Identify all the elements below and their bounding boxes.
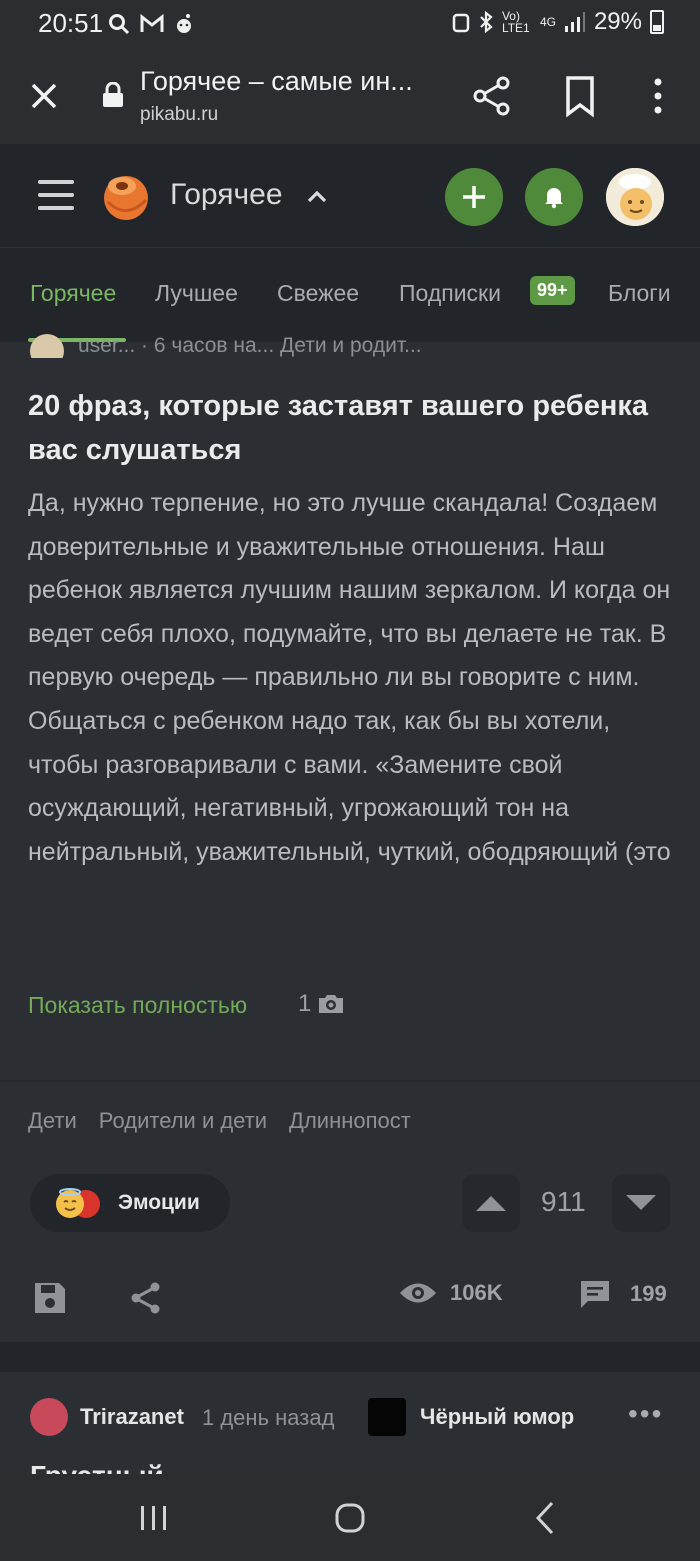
arrow-up-icon [476,1196,506,1211]
tab-subscriptions[interactable]: Подписки [399,280,501,307]
notifications-button[interactable] [525,168,583,226]
post-meta-text: user... · 6 часов на... Дети и родит... [78,334,422,357]
share-icon[interactable] [470,74,514,118]
emotions-button[interactable]: Эмоции [30,1174,230,1232]
add-post-button[interactable] [445,168,503,226]
alarm-icon [452,13,470,33]
post-card: user... · 6 часов на... Дети и родит... … [0,334,700,1342]
battery-icon [650,10,664,34]
menu-icon[interactable] [38,178,74,212]
image-count: 1 [298,990,345,1018]
rating-count: 911 [541,1186,586,1217]
page-title[interactable]: Горячее – самые ин... [140,66,413,97]
subscriptions-badge: 99+ [530,276,575,305]
browser-toolbar: Горячее – самые ин... pikabu.ru [0,48,700,144]
page-url[interactable]: pikabu.ru [140,104,218,126]
comments-button[interactable]: 199 [578,1278,667,1310]
next-post: Trirazanet 1 день назад Чёрный юмор ••• … [0,1372,700,1474]
emotions-icon [56,1188,100,1218]
more-vert-icon[interactable] [640,74,676,118]
tag-item[interactable]: Длиннопост [289,1108,411,1134]
downvote-button[interactable] [612,1174,670,1232]
bluetooth-icon [480,10,493,34]
post-meta[interactable]: user... · 6 часов на... Дети и родит... [30,334,422,358]
bell-icon [545,188,563,209]
views-counter: 106K [398,1280,503,1306]
feed-tabs: Горячее Лучшее Свежее Подписки 99+ Блоги [0,250,700,342]
emotions-label: Эмоции [118,1191,200,1214]
search-icon [109,14,130,35]
chevron-up-icon[interactable] [306,186,328,206]
divider [0,1080,700,1082]
volte-indicator: Vo) LTE1 [501,9,530,35]
views-count: 106K [450,1280,503,1305]
section-title[interactable]: Горячее [170,178,283,212]
bookmark-icon[interactable] [560,74,600,118]
system-indicators: Vo) LTE1 4G 29% [452,8,664,36]
author-name[interactable]: Trirazanet [80,1404,184,1430]
community-avatar[interactable] [368,1398,406,1436]
network-type: 4G [539,15,556,29]
comments-count: 199 [630,1281,667,1306]
eye-icon [400,1283,436,1303]
tab-blogs[interactable]: Блоги [608,280,671,307]
lock-icon [103,82,123,107]
author-avatar[interactable] [30,1398,68,1436]
arrow-down-icon [626,1195,656,1210]
battery-percent: 29% [593,8,642,35]
more-horiz-icon[interactable]: ••• [628,1398,663,1430]
tab-best[interactable]: Лучшее [155,280,238,307]
avatar-image-icon [606,168,664,226]
close-icon[interactable] [24,76,64,116]
tab-fresh[interactable]: Свежее [277,280,359,307]
plus-icon [463,186,485,208]
site-header: Горячее [0,146,700,248]
reddit-icon [177,14,192,34]
gmail-icon [140,14,164,33]
share-post-icon[interactable] [128,1280,164,1316]
notification-icons [108,10,194,36]
camera-icon [319,995,344,1013]
tag-item[interactable]: Дети [28,1108,77,1134]
tag-item[interactable]: Родители и дети [99,1108,267,1134]
upvote-button[interactable] [462,1174,520,1232]
signal-icon [564,12,585,32]
author-avatar[interactable] [30,334,64,358]
back-icon[interactable] [532,1500,560,1536]
next-post-title[interactable]: Грустный... [30,1462,187,1474]
text-fade [0,882,700,962]
post-title[interactable]: 20 фраз, которые заставят вашего ребенка… [28,384,668,472]
show-full-link[interactable]: Показать полностью [28,992,247,1019]
post-tags: Дети Родители и дети Длиннопост [28,1108,411,1134]
recent-apps-icon[interactable] [138,1502,170,1534]
tab-hot[interactable]: Горячее [30,280,116,307]
user-avatar[interactable] [606,168,664,226]
community-name[interactable]: Чёрный юмор [420,1404,574,1430]
status-bar: 20:51 Vo) LTE1 4G 29% [0,0,700,48]
comment-icon [581,1281,609,1308]
post-time: 1 день назад [202,1405,335,1430]
system-nav-bar [0,1474,700,1561]
pikabu-logo-icon[interactable] [100,170,152,222]
image-count-value: 1 [298,990,312,1017]
home-icon[interactable] [334,1502,366,1534]
status-time: 20:51 [38,8,104,38]
save-icon[interactable] [32,1280,68,1316]
